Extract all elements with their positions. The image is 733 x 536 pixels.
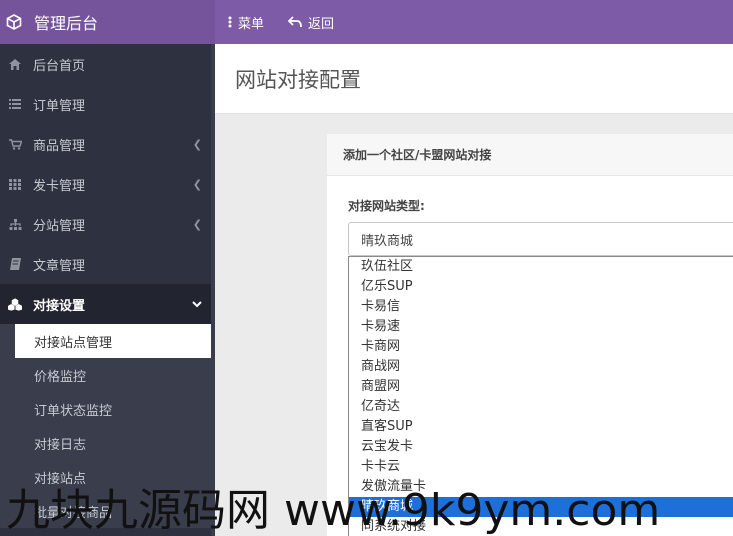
site-type-select[interactable]: 晴玖商城 <box>348 222 733 256</box>
grid-icon <box>8 178 22 190</box>
sidebar-item-label: 发卡管理 <box>33 178 86 194</box>
home-icon <box>8 58 22 70</box>
dropdown-option[interactable]: 亿奇达 <box>349 397 733 417</box>
menu-label: 菜单 <box>238 16 265 32</box>
dropdown-option[interactable]: 卡易信 <box>349 297 733 317</box>
brand[interactable]: 管理后台 <box>0 0 215 44</box>
main-content: 网站对接配置 添加一个社区/卡盟网站对接 对接网站类型: 晴玖商城 玖伍社区 亿… <box>215 44 733 536</box>
chevron-down-icon <box>192 298 202 311</box>
submenu-item-price-monitor[interactable]: 价格监控 <box>15 358 215 392</box>
dropdown-option[interactable]: 卡商网 <box>349 337 733 357</box>
ellipsis-vertical-icon <box>228 16 232 28</box>
list-icon <box>8 99 22 109</box>
sidebar-item-label: 文章管理 <box>33 258 86 274</box>
sidebar: 后台首页 订单管理 商品管理 ❮ 发卡管理 ❮ 分站管理 ❮ 文章管理 对接设置… <box>0 44 215 536</box>
chevron-left-icon: ❮ <box>192 137 202 151</box>
cube-icon <box>6 14 22 30</box>
sidebar-item-orders[interactable]: 订单管理 <box>0 84 215 124</box>
dropdown-option[interactable]: 玖伍社区 <box>349 257 733 277</box>
dropdown-option[interactable]: 商盟网 <box>349 377 733 397</box>
submenu-item-order-status-monitor[interactable]: 订单状态监控 <box>15 392 215 426</box>
sidebar-item-label: 商品管理 <box>33 138 86 154</box>
dropdown-option[interactable]: 卡易速 <box>349 317 733 337</box>
cubes-icon <box>8 297 22 311</box>
sidebar-item-home[interactable]: 后台首页 <box>0 44 215 84</box>
book-icon <box>8 258 22 270</box>
dropdown-option[interactable]: 直客SUP <box>349 417 733 437</box>
chevron-left-icon: ❮ <box>192 177 202 191</box>
cart-icon <box>8 138 22 150</box>
sidebar-item-cards[interactable]: 发卡管理 ❮ <box>0 164 215 204</box>
submenu-item-integration-log[interactable]: 对接日志 <box>15 426 215 460</box>
submenu-item-site-management[interactable]: 对接站点管理 <box>15 324 211 358</box>
sidebar-item-integration[interactable]: 对接设置 <box>0 284 215 324</box>
reply-icon <box>288 16 302 28</box>
sidebar-item-products[interactable]: 商品管理 ❮ <box>0 124 215 164</box>
site-type-label: 对接网站类型: <box>348 199 425 213</box>
back-label: 返回 <box>308 16 335 32</box>
dropdown-option[interactable]: 亿乐SUP <box>349 277 733 297</box>
top-bar: 管理后台 菜单 返回 <box>0 0 733 44</box>
brand-title: 管理后台 <box>34 14 99 33</box>
panel-title: 添加一个社区/卡盟网站对接 <box>327 134 733 176</box>
dropdown-option[interactable]: 云宝发卡 <box>349 437 733 457</box>
sidebar-item-articles[interactable]: 文章管理 <box>0 244 215 284</box>
menu-button[interactable]: 菜单 <box>228 0 264 44</box>
sidebar-item-label: 分站管理 <box>33 218 86 234</box>
sidebar-item-label: 订单管理 <box>33 98 86 114</box>
watermark-text: 九块九源码网 www.9k9ym.com <box>6 485 661 536</box>
back-button[interactable]: 返回 <box>288 0 334 44</box>
chevron-left-icon: ❮ <box>192 217 202 231</box>
sitemap-icon <box>8 218 22 230</box>
sidebar-item-label: 后台首页 <box>33 58 86 74</box>
sidebar-item-label: 对接设置 <box>33 298 86 314</box>
page-header: 网站对接配置 <box>215 44 733 114</box>
page-title: 网站对接配置 <box>235 67 361 92</box>
dropdown-option[interactable]: 商战网 <box>349 357 733 377</box>
sidebar-item-substations[interactable]: 分站管理 ❮ <box>0 204 215 244</box>
